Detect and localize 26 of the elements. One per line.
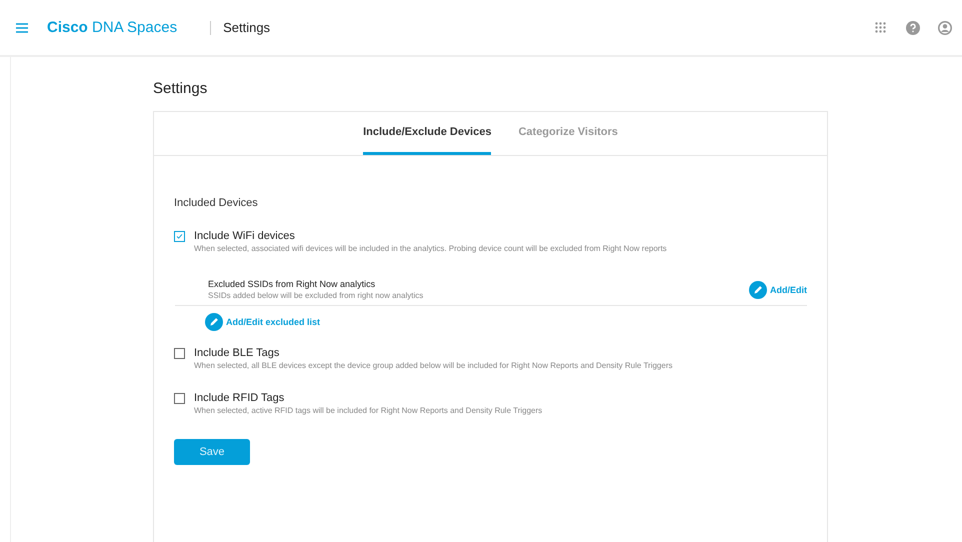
tab[interactable]: Categorize Visitors — [518, 112, 618, 155]
section-title: Included Devices — [174, 197, 259, 209]
save-button[interactable]: Save — [174, 439, 250, 465]
option-label: Include RFID Tags — [194, 392, 286, 404]
subsection-title: Excluded SSIDs from Right Now analytics — [208, 279, 376, 289]
checkbox[interactable] — [174, 348, 185, 359]
add-edit-list-link[interactable]: Add/Edit excluded list — [205, 313, 320, 331]
add-edit-link[interactable]: Add/Edit — [749, 280, 807, 298]
breadcrumb-title: Settings — [223, 20, 270, 35]
option-description: When selected, associated wifi devices will be included in the analytics. Probing device count will be excluded from Right Now reports — [194, 244, 668, 253]
checkbox[interactable] — [174, 393, 185, 404]
option-description: When selected, active RFID tags will be included for Right Now Reports and Density Rule Triggers — [194, 406, 544, 415]
menu-icon[interactable] — [16, 22, 28, 32]
checkbox[interactable] — [174, 231, 185, 242]
subsection-description: SSIDs added below will be excluded from right now analytics — [208, 291, 424, 300]
pencil-icon — [205, 313, 223, 331]
help-icon[interactable] — [906, 20, 920, 34]
user-account-icon[interactable] — [938, 20, 952, 34]
app-logo: Cisco DNA Spaces — [47, 19, 178, 36]
apps-grid-icon[interactable] — [875, 22, 886, 33]
option-label: Include BLE Tags — [194, 347, 280, 359]
option-label: Include WiFi devices — [194, 230, 296, 242]
option-description: When selected, all BLE devices except the device group added below will be included for Right Now Reports and Density Rule Triggers — [194, 361, 674, 370]
page-title: Settings — [153, 80, 208, 97]
tab[interactable]: Include/Exclude Devices — [363, 112, 492, 155]
pencil-icon — [749, 280, 767, 298]
